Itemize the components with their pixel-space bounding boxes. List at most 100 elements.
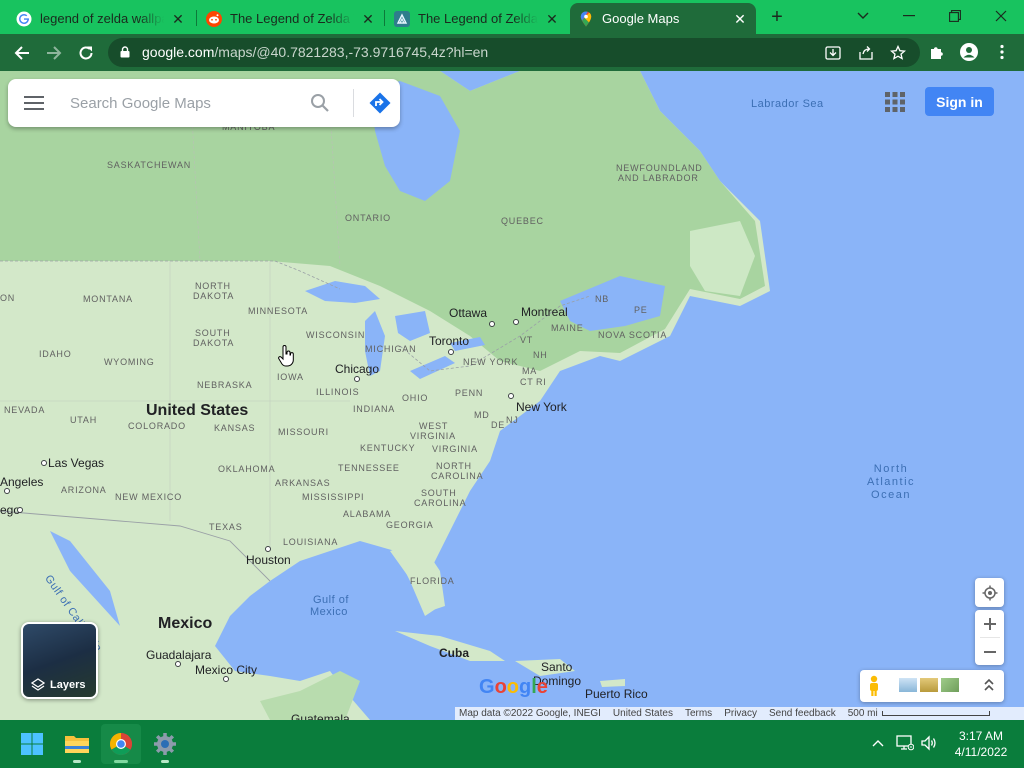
map-label-country: Mexico bbox=[158, 615, 213, 632]
map-label-state: VIRGINIA bbox=[410, 431, 456, 441]
search-input[interactable] bbox=[70, 91, 300, 115]
city-marker[interactable] bbox=[265, 546, 271, 552]
clock-date: 4/11/2022 bbox=[954, 745, 1008, 759]
share-icon[interactable] bbox=[858, 45, 874, 61]
directions-icon[interactable] bbox=[368, 91, 392, 115]
map-label-state: NORTH bbox=[436, 461, 472, 471]
map-label-water: Labrador Sea bbox=[751, 98, 824, 110]
map-data-credit: Map data ©2022 Google, INEGI bbox=[459, 708, 601, 719]
address-bar[interactable]: google.com/maps/@40.7821283,-73.9716745,… bbox=[108, 38, 920, 67]
taskbar-file-explorer[interactable] bbox=[57, 724, 97, 764]
running-indicator bbox=[161, 760, 169, 763]
tab-search-chevron-icon[interactable] bbox=[840, 0, 886, 32]
tab-separator bbox=[384, 10, 385, 26]
show-hidden-icons-chevron[interactable] bbox=[869, 734, 887, 752]
imagery-thumbnail[interactable] bbox=[899, 678, 917, 692]
volume-icon[interactable] bbox=[920, 734, 938, 752]
terms-link[interactable]: Terms bbox=[685, 708, 720, 719]
taskbar: 3:17 AM 4/11/2022 bbox=[0, 720, 1024, 768]
city-marker[interactable] bbox=[4, 488, 10, 494]
map-label-state: UTAH bbox=[70, 415, 98, 425]
city-marker[interactable] bbox=[223, 676, 229, 682]
zoom-out-button[interactable] bbox=[983, 638, 996, 665]
city-marker[interactable] bbox=[513, 319, 519, 325]
tab-zelda-reddit[interactable]: The Legend of Zelda W ✕ bbox=[198, 3, 384, 34]
map-label-state: DAKOTA bbox=[193, 291, 235, 301]
browser-menu-icon[interactable] bbox=[992, 42, 1012, 62]
zoom-control bbox=[975, 610, 1004, 665]
start-button[interactable] bbox=[12, 724, 52, 764]
close-tab-icon[interactable]: ✕ bbox=[360, 11, 376, 27]
city-marker[interactable] bbox=[41, 460, 47, 466]
sign-in-button[interactable]: Sign in bbox=[925, 87, 994, 116]
country-link[interactable]: United States bbox=[613, 708, 681, 719]
map-canvas[interactable]: MANITOBA SASKATCHEWAN ONTARIO QUEBEC NEW… bbox=[0, 71, 1024, 720]
map-label-state: IDAHO bbox=[39, 349, 72, 359]
map-label-state: PENN bbox=[455, 388, 484, 398]
privacy-link[interactable]: Privacy bbox=[724, 708, 765, 719]
network-icon[interactable] bbox=[896, 734, 914, 752]
close-tab-icon[interactable]: ✕ bbox=[170, 11, 186, 27]
close-tab-icon[interactable]: ✕ bbox=[544, 11, 560, 27]
new-tab-button[interactable]: + bbox=[767, 7, 787, 27]
extensions-puzzle-icon[interactable] bbox=[927, 42, 947, 62]
map-label-city: Guadalajara bbox=[146, 648, 212, 662]
map-label-state: SOUTH bbox=[195, 328, 231, 338]
map-label-state: WEST bbox=[419, 421, 449, 431]
map-label-state: ON bbox=[0, 293, 16, 303]
taskbar-chrome[interactable] bbox=[101, 724, 141, 764]
clock-time: 3:17 AM bbox=[958, 729, 1004, 743]
map-label-state: TENNESSEE bbox=[338, 463, 400, 473]
map-label-city: Guatemala bbox=[291, 712, 350, 720]
city-marker[interactable] bbox=[489, 321, 495, 327]
map-label-state: OHIO bbox=[402, 393, 429, 403]
close-tab-icon[interactable]: ✕ bbox=[732, 11, 748, 27]
layers-button[interactable]: Layers bbox=[21, 622, 98, 699]
my-location-button[interactable] bbox=[975, 578, 1004, 607]
tab-zelda-wiki[interactable]: The Legend of Zelda W ✕ bbox=[386, 3, 568, 34]
map-label-state: DE bbox=[491, 420, 506, 430]
google-apps-grid-icon[interactable] bbox=[884, 91, 906, 113]
url-text[interactable]: google.com/maps/@40.7821283,-73.9716745,… bbox=[142, 44, 488, 60]
imagery-thumbnail[interactable] bbox=[941, 678, 959, 692]
tab-zelda-wallpaper-search[interactable]: legend of zelda wallpa ✕ bbox=[8, 3, 194, 34]
taskbar-settings[interactable] bbox=[145, 724, 185, 764]
map-label-city: Montreal bbox=[521, 305, 568, 319]
imagery-thumbnail[interactable] bbox=[920, 678, 938, 692]
tab-strip: legend of zelda wallpa ✕ The Legend of Z… bbox=[0, 0, 1024, 34]
bookmark-star-icon[interactable] bbox=[890, 45, 906, 61]
google-logo: Google bbox=[479, 676, 548, 698]
city-marker[interactable] bbox=[448, 349, 454, 355]
tab-google-maps[interactable]: Google Maps ✕ bbox=[570, 3, 756, 34]
install-app-icon[interactable] bbox=[825, 45, 841, 61]
zoom-in-button[interactable] bbox=[983, 610, 996, 637]
back-button[interactable] bbox=[9, 40, 35, 66]
tab-title: legend of zelda wallpa bbox=[40, 11, 164, 26]
google-maps-icon bbox=[578, 11, 594, 27]
forward-button[interactable] bbox=[41, 40, 67, 66]
reload-button[interactable] bbox=[73, 40, 99, 66]
chrome-icon bbox=[110, 733, 132, 755]
layers-icon bbox=[31, 678, 45, 691]
hamburger-menu-icon[interactable] bbox=[24, 93, 46, 113]
system-clock[interactable]: 3:17 AM 4/11/2022 bbox=[946, 728, 1016, 760]
map-label-state: CAROLINA bbox=[431, 471, 484, 481]
city-marker[interactable] bbox=[17, 507, 23, 513]
profile-avatar-icon[interactable] bbox=[959, 42, 979, 62]
city-marker[interactable] bbox=[508, 393, 514, 399]
scale-label[interactable]: 500 mi bbox=[848, 708, 880, 719]
city-marker[interactable] bbox=[175, 661, 181, 667]
lock-icon[interactable] bbox=[120, 46, 130, 58]
pegman-icon[interactable] bbox=[868, 675, 880, 697]
map-label-province: NOVA SCOTIA bbox=[598, 330, 668, 340]
map-label-state: KANSAS bbox=[214, 423, 256, 433]
minimize-button[interactable] bbox=[886, 0, 932, 32]
expand-up-icon[interactable] bbox=[984, 678, 994, 692]
search-icon[interactable] bbox=[308, 91, 332, 115]
close-window-button[interactable] bbox=[978, 0, 1024, 32]
send-feedback-link[interactable]: Send feedback bbox=[769, 708, 844, 719]
windows-start-icon bbox=[21, 733, 43, 755]
city-marker[interactable] bbox=[354, 376, 360, 382]
restore-button[interactable] bbox=[932, 0, 978, 32]
search-box bbox=[8, 79, 400, 127]
